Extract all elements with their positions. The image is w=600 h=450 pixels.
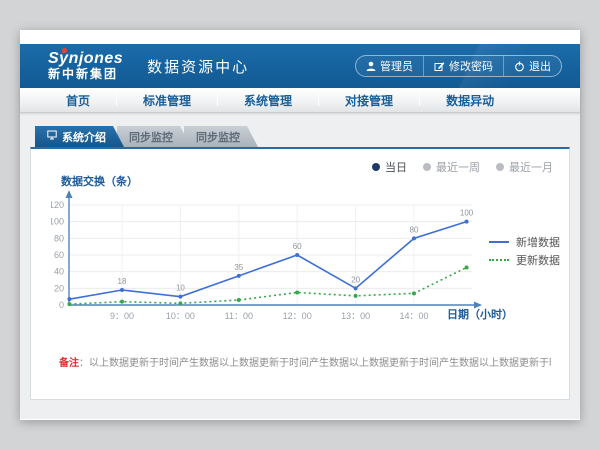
radio-dot (496, 163, 504, 171)
radio-label: 最近一月 (509, 159, 553, 175)
tab-label: 同步监控 (129, 129, 173, 145)
svg-text:60: 60 (54, 250, 64, 260)
legend-line-dotted (489, 259, 509, 261)
svg-text:100: 100 (51, 217, 64, 227)
tab-system-intro[interactable]: 系统介绍 (35, 126, 124, 147)
radio-label: 最近一周 (436, 159, 480, 175)
logo[interactable]: Synjones 新中新集团 (48, 51, 123, 80)
app-header: Synjones 新中新集团 数据资源中心 管理员 修改密码 (20, 44, 580, 88)
tab-label: 同步监控 (196, 129, 240, 145)
change-password-label: 修改密码 (449, 58, 493, 74)
legend-line-solid (489, 241, 509, 243)
chart-legend: 新增数据 更新数据 (489, 233, 560, 269)
tab-sync-monitor-1[interactable]: 同步监控 (117, 126, 191, 147)
svg-text:20: 20 (54, 283, 64, 293)
current-user-label: 管理员 (380, 58, 413, 74)
time-filter-group: 当日 最近一周 最近一月 (372, 159, 553, 175)
user-icon (366, 61, 376, 72)
change-password-button[interactable]: 修改密码 (423, 56, 503, 76)
nav-item-standard-mgmt[interactable]: 标准管理 (117, 92, 217, 109)
svg-text:9：00: 9：00 (110, 311, 134, 321)
main-nav: 首页 标准管理 系统管理 对接管理 数据异动 (20, 88, 580, 113)
legend-item-update-data[interactable]: 更新数据 (489, 251, 560, 269)
svg-text:100: 100 (460, 209, 474, 218)
footnote-text: ：以上数据更新于时间产生数据以上数据更新于时间产生数据以上数据更新于时间产生数据… (79, 358, 551, 369)
logo-subtext: 新中新集团 (48, 68, 123, 81)
svg-text:18: 18 (118, 277, 127, 286)
app-window: Synjones 新中新集团 数据资源中心 管理员 修改密码 (20, 30, 580, 420)
svg-text:20: 20 (351, 275, 360, 284)
power-icon (514, 61, 525, 72)
radio-label: 当日 (385, 159, 407, 175)
svg-text:11：00: 11：00 (225, 311, 253, 321)
svg-text:10: 10 (176, 284, 185, 293)
edit-icon (434, 61, 445, 72)
logout-button[interactable]: 退出 (503, 56, 561, 76)
chart-panel: 当日 最近一周 最近一月 数据交换（条） 0204060801001209：00… (30, 147, 570, 400)
current-user-button[interactable]: 管理员 (356, 56, 423, 76)
svg-text:0: 0 (59, 300, 64, 310)
user-controls: 管理员 修改密码 退出 (355, 55, 562, 77)
svg-text:10：00: 10：00 (166, 311, 195, 321)
nav-item-data-change[interactable]: 数据异动 (420, 92, 520, 109)
legend-item-new-data[interactable]: 新增数据 (489, 233, 560, 251)
radio-last-month[interactable]: 最近一月 (496, 159, 553, 175)
footnote: 备注：以上数据更新于时间产生数据以上数据更新于时间产生数据以上数据更新于时间产生… (59, 354, 551, 369)
svg-text:80: 80 (410, 225, 419, 234)
svg-text:12：00: 12：00 (283, 311, 312, 321)
nav-item-interface-mgmt[interactable]: 对接管理 (319, 92, 419, 109)
svg-text:120: 120 (51, 200, 64, 210)
footnote-prefix: 备注 (59, 358, 79, 369)
content-area: 系统介绍 同步监控 同步监控 当日 最近一周 (20, 113, 580, 419)
logo-text: Synjones (48, 51, 123, 68)
tab-bar: 系统介绍 同步监控 同步监控 (35, 113, 570, 147)
svg-text:14：00: 14：00 (399, 311, 428, 321)
svg-text:80: 80 (54, 233, 64, 243)
nav-item-system-mgmt[interactable]: 系统管理 (218, 92, 318, 109)
radio-dot (372, 163, 380, 171)
page-title: 数据资源中心 (147, 56, 249, 77)
radio-dot (423, 163, 431, 171)
monitor-icon (47, 130, 57, 143)
logout-label: 退出 (529, 58, 551, 74)
svg-text:40: 40 (54, 267, 64, 277)
svg-text:日期（小时）: 日期（小时） (447, 307, 513, 321)
svg-text:13：00: 13：00 (341, 311, 370, 321)
radio-today[interactable]: 当日 (372, 159, 407, 175)
tab-label: 系统介绍 (62, 129, 106, 145)
svg-text:60: 60 (293, 242, 302, 251)
legend-label: 新增数据 (516, 234, 560, 250)
nav-item-home[interactable]: 首页 (40, 92, 116, 109)
line-chart: 0 20 40 60 80 100 120 9：00 10：00 11：00 12：00 13：00 1… (51, 187, 551, 337)
tab-sync-monitor-2[interactable]: 同步监控 (184, 126, 258, 147)
svg-text:35: 35 (234, 263, 243, 272)
top-strip (20, 30, 580, 44)
legend-label: 更新数据 (516, 252, 560, 268)
radio-last-week[interactable]: 最近一周 (423, 159, 480, 175)
